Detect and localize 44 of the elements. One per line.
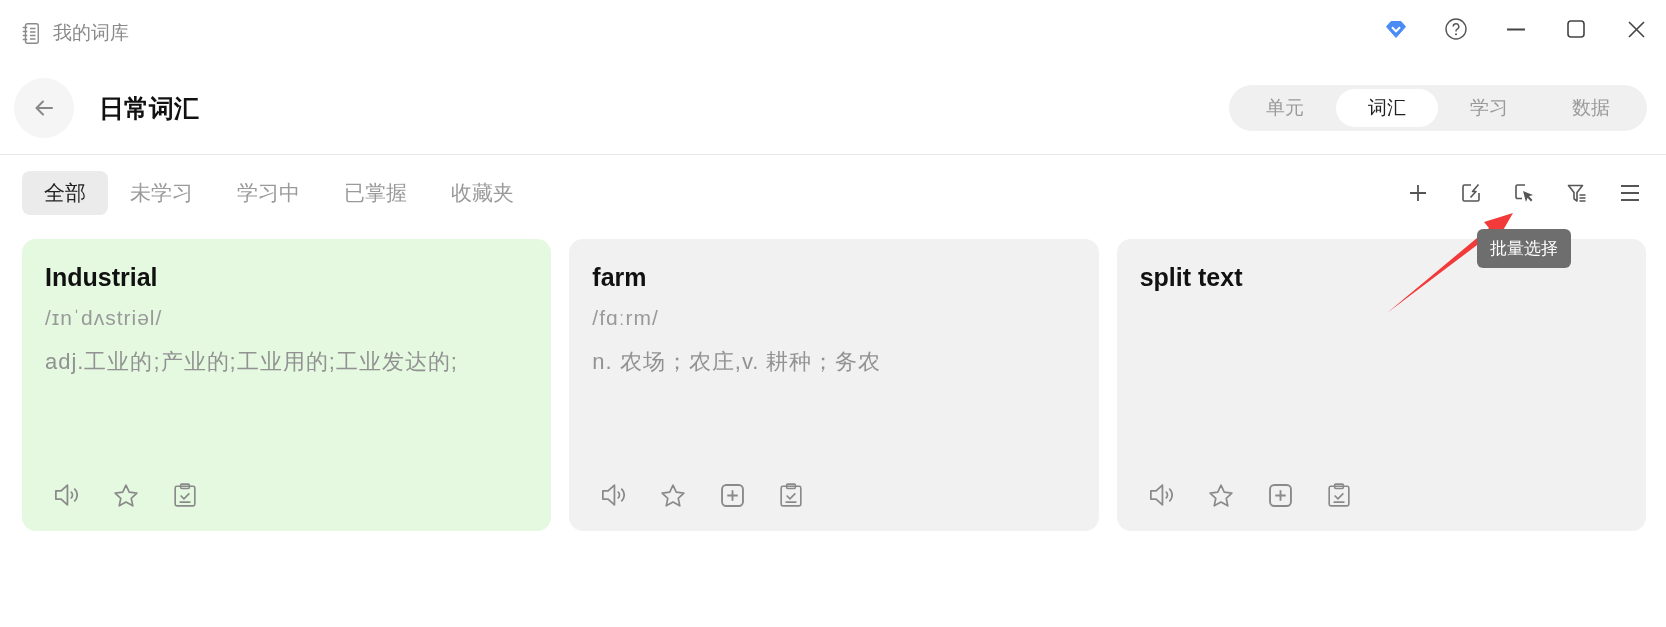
view-tab[interactable]: 学习 bbox=[1438, 89, 1540, 127]
maximize-icon[interactable] bbox=[1567, 20, 1585, 38]
word-title: Industrial bbox=[45, 262, 158, 292]
plus-square-icon[interactable] bbox=[1268, 483, 1292, 507]
word-title: farm bbox=[592, 262, 647, 292]
menu-icon[interactable] bbox=[1619, 184, 1640, 202]
filter-tab[interactable]: 学习中 bbox=[215, 171, 322, 215]
clipboard-check-icon[interactable] bbox=[1327, 483, 1350, 507]
clipboard-check-icon[interactable] bbox=[780, 483, 803, 507]
word-card[interactable]: farm /fɑːrm/ n. 农场；农庄,v. 耕种；务农 bbox=[569, 239, 1099, 531]
tooltip: 批量选择 bbox=[1477, 229, 1571, 268]
page-title: 日常词汇 bbox=[99, 92, 199, 124]
definition-text: adj.工业的;产业的;工业用的;工业发达的; bbox=[45, 348, 458, 376]
phonetic-text: /ɪnˈdʌstriəl/ bbox=[45, 305, 163, 331]
definition-text: n. 农场；农庄,v. 耕种；务农 bbox=[592, 348, 882, 376]
plus-icon[interactable] bbox=[1408, 184, 1427, 202]
notebook-icon bbox=[22, 22, 39, 44]
diamond-icon[interactable] bbox=[1386, 20, 1406, 38]
arrow-left-icon bbox=[35, 100, 53, 116]
speaker-icon[interactable] bbox=[1148, 484, 1173, 506]
star-icon[interactable] bbox=[114, 483, 138, 507]
filter-tab[interactable]: 已掌握 bbox=[322, 171, 429, 215]
view-tab[interactable]: 单元 bbox=[1234, 89, 1336, 127]
minimize-icon[interactable] bbox=[1507, 27, 1525, 31]
filter-icon[interactable] bbox=[1566, 183, 1587, 203]
word-title: split text bbox=[1139, 262, 1243, 292]
window-title: 我的词库 bbox=[53, 21, 129, 45]
speaker-icon[interactable] bbox=[54, 484, 78, 506]
clipboard-check-icon[interactable] bbox=[174, 483, 196, 507]
speaker-icon[interactable] bbox=[601, 484, 626, 506]
filter-tab[interactable]: 收藏夹 bbox=[429, 171, 536, 215]
view-tab[interactable]: 词汇 bbox=[1336, 89, 1438, 127]
plus-square-icon[interactable] bbox=[721, 483, 745, 507]
filter-tab[interactable]: 全部 bbox=[22, 171, 108, 215]
cursor-square-icon[interactable] bbox=[1513, 183, 1534, 203]
star-icon[interactable] bbox=[1208, 483, 1233, 507]
star-icon[interactable] bbox=[661, 483, 686, 507]
word-card[interactable]: Industrial /ɪnˈdʌstriəl/ adj.工业的;产业的;工业用的;工业发达的; bbox=[22, 239, 552, 531]
close-icon[interactable] bbox=[1627, 20, 1645, 38]
filter-tab[interactable]: 未学习 bbox=[108, 171, 215, 215]
lightning-box-icon[interactable] bbox=[1460, 183, 1481, 203]
phonetic-text: /fɑːrm/ bbox=[592, 305, 659, 331]
view-tab[interactable]: 数据 bbox=[1540, 89, 1642, 127]
help-icon[interactable] bbox=[1445, 18, 1467, 40]
